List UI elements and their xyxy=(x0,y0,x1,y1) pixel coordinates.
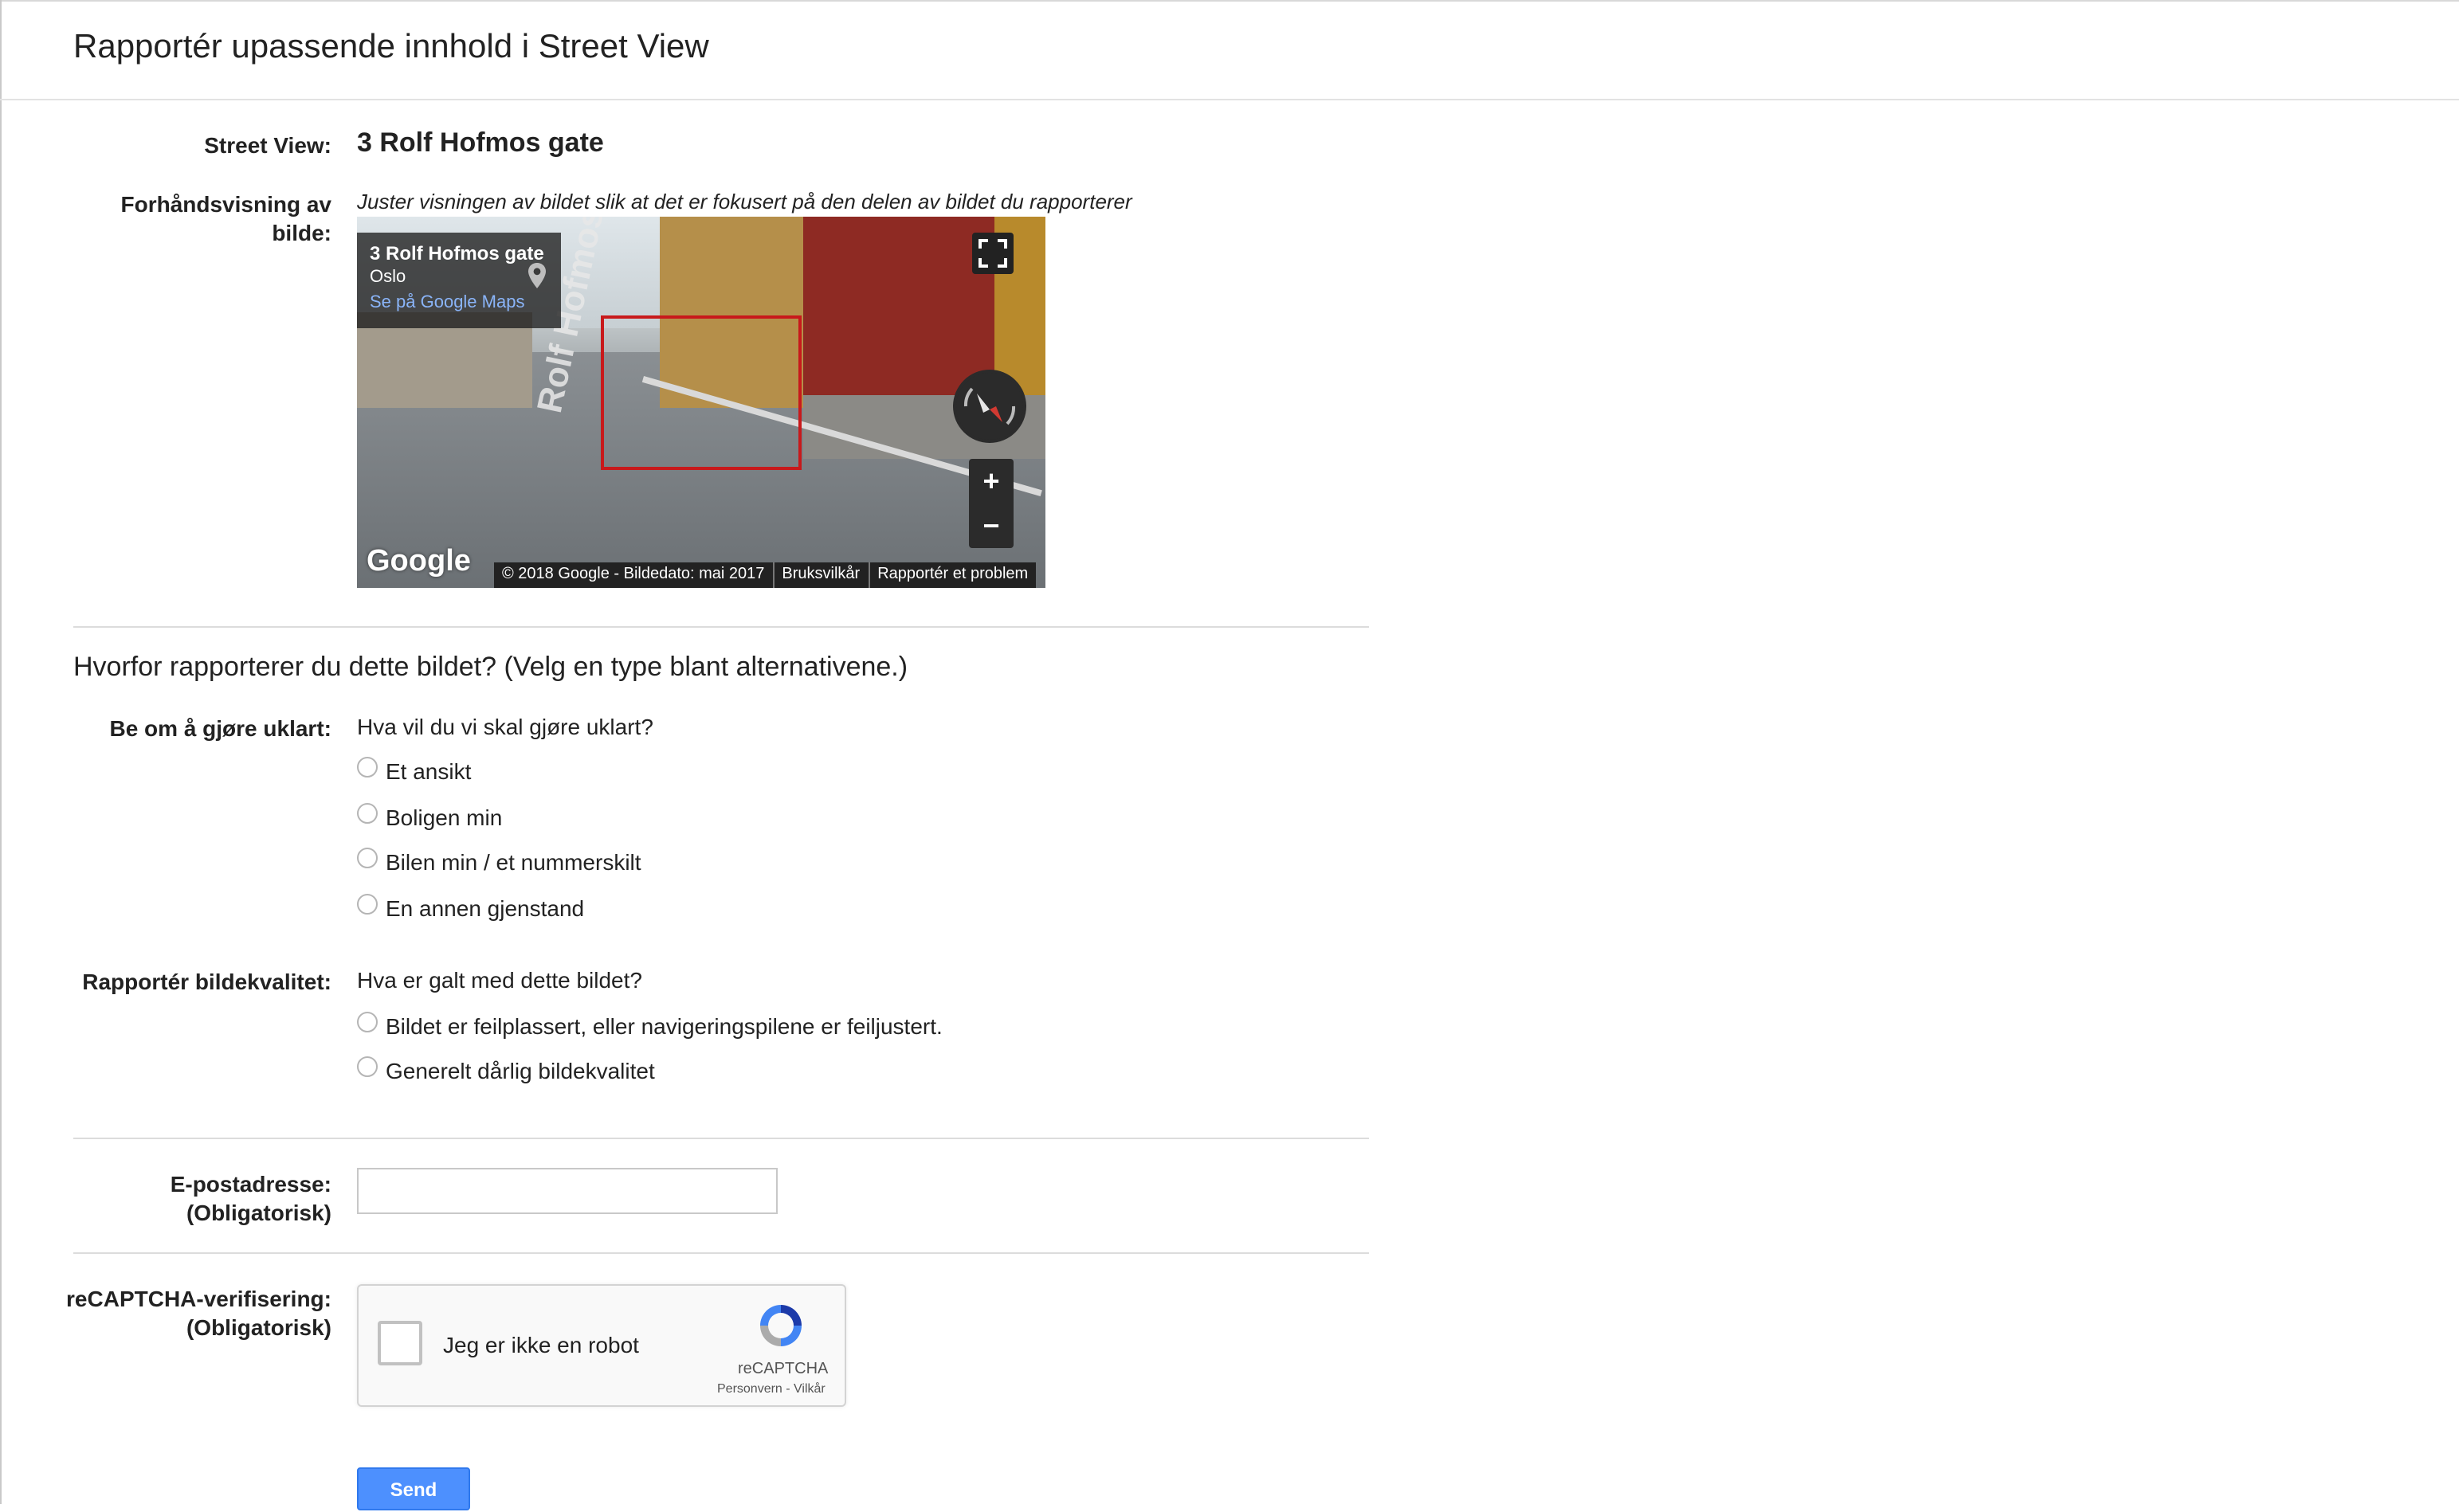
radio-button[interactable] xyxy=(357,1056,378,1076)
blur-option-face[interactable]: Et ansikt xyxy=(357,756,472,784)
recaptcha-checkbox-label: Jeg er ikke en robot xyxy=(443,1332,639,1357)
blur-option-car-plate[interactable]: Bilen min / et nummerskilt xyxy=(357,847,641,875)
email-label: E-postadresse: (Obligatorisk) xyxy=(96,1169,331,1227)
google-logo: Google xyxy=(367,545,471,578)
left-edge xyxy=(0,0,2,1504)
recaptcha-checkbox[interactable] xyxy=(378,1321,422,1365)
sv-info-card: 3 Rolf Hofmos gate Oslo Se på Google Map… xyxy=(357,233,561,328)
captcha-label-required: (Obligatorisk) xyxy=(186,1314,331,1340)
radio-button[interactable] xyxy=(357,802,378,823)
recaptcha-widget: Jeg er ikke en robot reCAPTCHA Personver… xyxy=(357,1284,846,1407)
report-focus-box[interactable] xyxy=(601,315,802,470)
fullscreen-icon[interactable] xyxy=(972,233,1014,274)
captcha-label-line1: reCAPTCHA-verifisering: xyxy=(66,1286,331,1311)
blur-label: Be om å gjøre uklart: xyxy=(109,715,331,741)
blur-option-other-object[interactable]: En annen gjenstand xyxy=(357,893,585,921)
option-label: Et ansikt xyxy=(386,758,472,784)
option-label: Boligen min xyxy=(386,805,503,830)
zoom-control: + − xyxy=(969,459,1014,548)
sv-footer: © 2018 Google - Bildedato: mai 2017 Bruk… xyxy=(494,562,1037,588)
email-label-line1: E-postadresse: xyxy=(170,1171,331,1197)
blur-option-home[interactable]: Boligen min xyxy=(357,802,503,830)
sv-terms-link[interactable]: Bruksvilkår xyxy=(772,562,868,588)
quality-option-poor[interactable]: Generelt dårlig bildekvalitet xyxy=(357,1056,655,1083)
streetview-address: 3 Rolf Hofmos gate xyxy=(357,127,604,158)
sv-copyright: © 2018 Google - Bildedato: mai 2017 xyxy=(502,566,765,583)
email-field[interactable] xyxy=(357,1168,778,1214)
compass-icon[interactable] xyxy=(953,370,1026,443)
recaptcha-privacy-terms-links[interactable]: Personvern - Vilkår xyxy=(717,1381,826,1396)
preview-label-line1: Forhåndsvisning av xyxy=(120,191,332,217)
quality-option-misplaced[interactable]: Bildet er feilplassert, eller navigering… xyxy=(357,1011,943,1039)
preview-hint: Juster visningen av bildet slik at det e… xyxy=(357,190,1132,213)
report-page: Rapportér upassende innhold i Street Vie… xyxy=(0,0,2459,1510)
preview-label: Forhåndsvisning av bilde: xyxy=(64,190,332,247)
header-divider xyxy=(0,99,2459,100)
section-divider-2 xyxy=(73,1138,1369,1139)
zoom-out-button[interactable]: − xyxy=(969,503,1014,548)
quality-label: Rapportér bildekvalitet: xyxy=(82,969,331,994)
top-divider xyxy=(0,0,2459,2)
option-label: Bildet er feilplassert, eller navigering… xyxy=(386,1013,943,1039)
streetview-label: Street View: xyxy=(204,132,331,158)
sv-report-problem-link[interactable]: Rapportér et problem xyxy=(868,562,1036,588)
option-label: Generelt dårlig bildekvalitet xyxy=(386,1058,655,1083)
radio-button[interactable] xyxy=(357,847,378,868)
map-pin-icon[interactable] xyxy=(526,261,548,290)
blur-question: Hva vil du vi skal gjøre uklart? xyxy=(357,714,653,739)
section-divider-1 xyxy=(73,626,1369,628)
streetview-preview[interactable]: Rolf Hofmos 3 Rolf Hofmos gate Oslo Se p… xyxy=(357,217,1045,588)
sv-info-city: Oslo xyxy=(370,268,406,287)
preview-label-line2: bilde: xyxy=(272,220,331,245)
recaptcha-logo-icon xyxy=(760,1305,802,1346)
open-in-google-maps-link[interactable]: Se på Google Maps xyxy=(370,293,524,312)
quality-question: Hva er galt med dette bildet? xyxy=(357,967,642,993)
option-label: Bilen min / et nummerskilt xyxy=(386,849,641,875)
reason-heading: Hvorfor rapporterer du dette bildet? (Ve… xyxy=(73,652,908,682)
captcha-label: reCAPTCHA-verifisering: (Obligatorisk) xyxy=(48,1284,331,1342)
radio-button[interactable] xyxy=(357,756,378,777)
option-label: En annen gjenstand xyxy=(386,895,585,921)
radio-button[interactable] xyxy=(357,1011,378,1032)
sv-info-title: 3 Rolf Hofmos gate xyxy=(370,242,544,264)
zoom-in-button[interactable]: + xyxy=(969,459,1014,503)
section-divider-3 xyxy=(73,1252,1369,1254)
page-title: Rapportér upassende innhold i Street Vie… xyxy=(73,29,709,65)
recaptcha-brand: reCAPTCHA xyxy=(738,1361,829,1378)
email-label-required: (Obligatorisk) xyxy=(186,1200,331,1225)
radio-button[interactable] xyxy=(357,893,378,914)
